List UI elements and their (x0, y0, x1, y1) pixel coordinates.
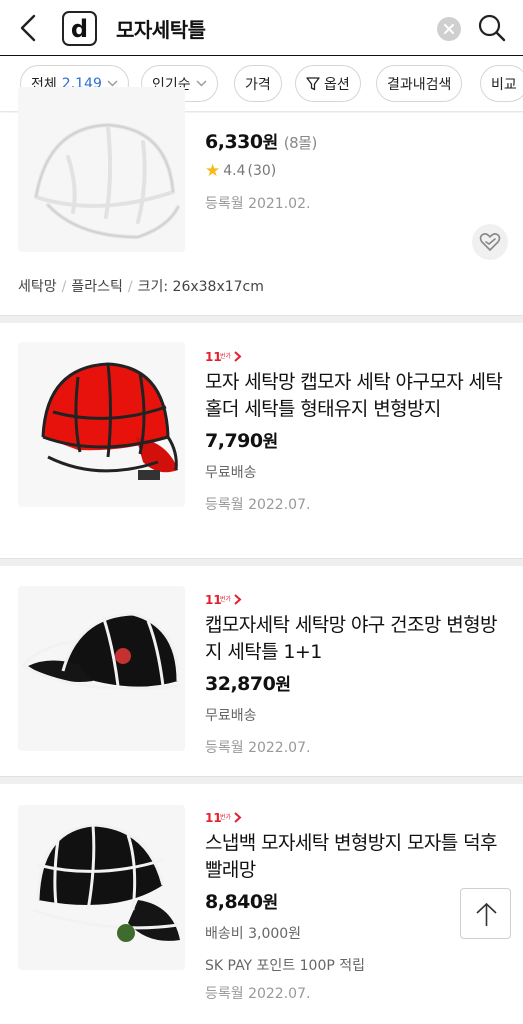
product-image[interactable] (18, 87, 185, 252)
product-image[interactable] (18, 805, 185, 970)
star-icon: ★ (205, 161, 221, 181)
mall-count[interactable]: (8몰) (284, 134, 318, 152)
price-filter-button[interactable]: 가격 (234, 65, 282, 102)
funnel-icon (306, 76, 320, 90)
registration-date: 등록월 2022.07. (205, 740, 311, 756)
registration-date: 등록월 2021.02. (205, 196, 311, 212)
price-value: 7,790 (205, 430, 263, 452)
search-icon[interactable] (477, 13, 507, 43)
logo-letter: d (70, 14, 89, 43)
spec-item: 플라스틱 (71, 279, 123, 295)
product-price: 7,790원 (205, 427, 505, 452)
product-card[interactable]: 11 번가 모자 세탁망 캡모자 세탁 야구모자 세탁홀더 세탁틀 형태유지 변… (0, 323, 523, 558)
product-image[interactable] (18, 342, 185, 507)
price-value: 6,330 (205, 131, 263, 153)
product-price: 6,330원 (8몰) (205, 128, 505, 153)
search-in-results-button[interactable]: 결과내검색 (376, 65, 463, 102)
price-currency: 원 (262, 893, 279, 913)
product-title[interactable]: 스냅백 모자세탁 변형방지 모자틀 덕후 빨래망 (205, 830, 505, 884)
11st-badge-icon: 11 번가 (205, 811, 242, 825)
spec-item: 세탁망 (18, 279, 57, 295)
svg-text:번가: 번가 (220, 352, 232, 360)
spec-separator: / (61, 279, 67, 295)
product-title[interactable]: 캡모자세탁 세탁망 야구 건조망 변형방지 세탁틀 1+1 (205, 612, 505, 666)
option-filter-button[interactable]: 옵션 (295, 65, 361, 102)
back-arrow-icon[interactable] (14, 12, 44, 44)
spec-separator: / (127, 279, 133, 295)
product-rating: ★ 4.4 (30) (205, 161, 505, 181)
product-card[interactable]: 11 번가 캡모자세탁 세탁망 야구 건조망 변형방지 세탁틀 1+1 32,8… (0, 566, 523, 776)
danawa-logo[interactable]: d (62, 11, 97, 46)
product-specs: 세탁망 / 플라스틱 / 크기: 26x38x17cm (18, 276, 264, 296)
points-info: SK PAY 포인트 100P 적립 (205, 958, 366, 974)
product-info: 6,330원 (8몰) ★ 4.4 (30) 등록월 2021.02. (205, 124, 505, 213)
registration-date: 등록월 2022.07. (205, 986, 311, 1002)
clear-search-icon[interactable] (437, 17, 461, 41)
card-divider (0, 558, 523, 566)
card-divider (0, 315, 523, 323)
price-value: 32,870 (205, 673, 276, 695)
product-image[interactable] (18, 586, 185, 751)
product-card[interactable]: 11 번가 스냅백 모자세탁 변형방지 모자틀 덕후 빨래망 8,840원 배송… (0, 784, 523, 1024)
search-input[interactable]: 모자세탁틀 (116, 14, 206, 43)
product-price: 32,870원 (205, 670, 505, 695)
wishlist-heart-icon[interactable] (472, 224, 508, 260)
rating-value: 4.4 (223, 163, 246, 179)
registration-date: 등록월 2022.07. (205, 497, 311, 513)
arrow-up-icon (476, 902, 497, 926)
price-currency: 원 (275, 675, 291, 695)
11st-badge-icon: 11 번가 (205, 593, 242, 607)
card-divider (0, 776, 523, 784)
price-filter-label: 가격 (245, 76, 271, 93)
chevron-down-icon (196, 80, 207, 87)
search-header: d 모자세탁틀 (0, 0, 523, 56)
compare-label: 비교 (491, 76, 517, 93)
option-filter-label: 옵션 (324, 76, 350, 93)
price-value: 8,840 (205, 891, 263, 913)
spec-item: 크기: 26x38x17cm (137, 279, 264, 295)
shipping-info: 무료배송 (205, 465, 257, 481)
compare-button[interactable]: 비교 (480, 65, 523, 102)
price-currency: 원 (262, 432, 279, 452)
product-title[interactable]: 모자 세탁망 캡모자 세탁 야구모자 세탁홀더 세탁틀 형태유지 변형방지 (205, 369, 505, 423)
product-info: 11 번가 캡모자세탁 세탁망 야구 건조망 변형방지 세탁틀 1+1 32,8… (205, 592, 505, 757)
shipping-info: 무료배송 (205, 708, 257, 724)
search-in-results-label: 결과내검색 (387, 76, 452, 93)
review-count: (30) (247, 163, 277, 179)
svg-text:번가: 번가 (220, 595, 232, 603)
11st-badge-icon: 11 번가 (205, 350, 242, 364)
product-info: 11 번가 모자 세탁망 캡모자 세탁 야구모자 세탁홀더 세탁틀 형태유지 변… (205, 349, 505, 514)
product-card[interactable]: 6,330원 (8몰) ★ 4.4 (30) 등록월 2021.02. 세탁망 / 플… (0, 87, 523, 315)
svg-text:번가: 번가 (220, 813, 232, 821)
chevron-down-icon (107, 80, 118, 87)
scroll-to-top-button[interactable] (460, 888, 511, 939)
price-currency: 원 (262, 133, 279, 153)
